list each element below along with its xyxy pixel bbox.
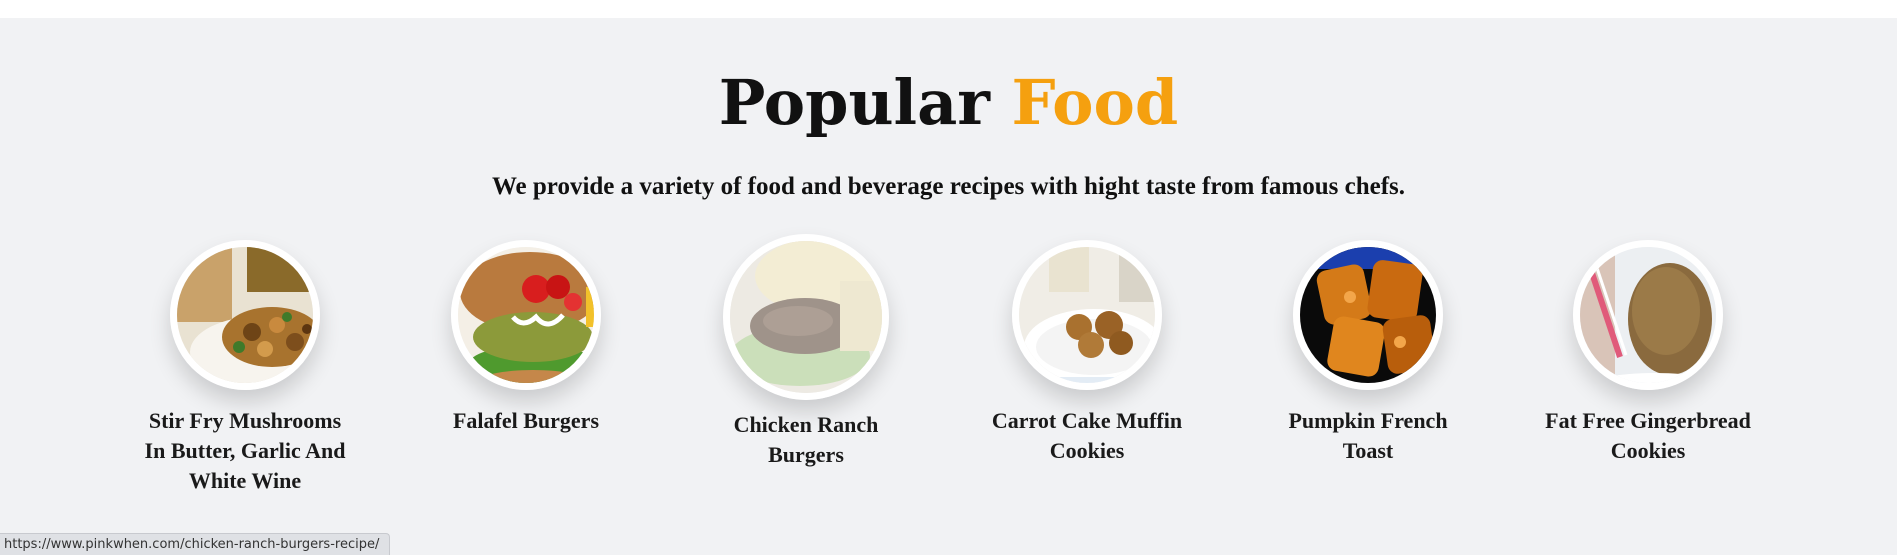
food-name[interactable]: Carrot Cake Muffin Cookies <box>972 406 1202 466</box>
food-name[interactable]: Stir Fry Mushrooms In Butter, Garlic And… <box>130 406 360 496</box>
food-card-fat-free-gingerbread-cookies[interactable]: Fat Free Gingerbread Cookies <box>1533 240 1763 466</box>
food-name[interactable]: Fat Free Gingerbread Cookies <box>1533 406 1763 466</box>
food-image[interactable] <box>1293 240 1443 390</box>
food-card-stir-fry-mushrooms[interactable]: Stir Fry Mushrooms In Butter, Garlic And… <box>130 240 360 496</box>
french-toast-photo <box>1300 247 1436 383</box>
food-card-pumpkin-french-toast[interactable]: Pumpkin French Toast <box>1253 240 1483 466</box>
muffin-cookies-photo <box>1019 247 1155 383</box>
gingerbread-cookie-photo <box>1580 247 1716 383</box>
food-image[interactable] <box>1012 240 1162 390</box>
food-image[interactable] <box>1573 240 1723 390</box>
food-name[interactable]: Falafel Burgers <box>411 406 641 436</box>
chicken-burger-photo <box>730 241 882 393</box>
food-name[interactable]: Pumpkin French Toast <box>1253 406 1483 466</box>
title-main: Popular <box>718 66 990 139</box>
top-strip <box>0 0 1897 18</box>
falafel-burger-photo <box>458 247 594 383</box>
food-image[interactable] <box>723 234 889 400</box>
food-card-carrot-cake-muffin-cookies[interactable]: Carrot Cake Muffin Cookies <box>972 240 1202 466</box>
food-image[interactable] <box>170 240 320 390</box>
section-subtitle: We provide a variety of food and beverag… <box>491 173 1406 200</box>
food-card-chicken-ranch-burgers[interactable]: Chicken Ranch Burgers <box>691 234 921 470</box>
mushrooms-dish-photo <box>177 247 313 383</box>
browser-status-url: https://www.pinkwhen.com/chicken-ranch-b… <box>0 533 391 555</box>
title-accent: Food <box>1011 66 1179 139</box>
food-image[interactable] <box>451 240 601 390</box>
food-name[interactable]: Chicken Ranch Burgers <box>691 410 921 470</box>
food-card-falafel-burgers[interactable]: Falafel Burgers <box>411 240 641 436</box>
section-title: Popular Food <box>0 72 1897 134</box>
food-list: Stir Fry Mushrooms In Butter, Garlic And… <box>0 234 1897 510</box>
